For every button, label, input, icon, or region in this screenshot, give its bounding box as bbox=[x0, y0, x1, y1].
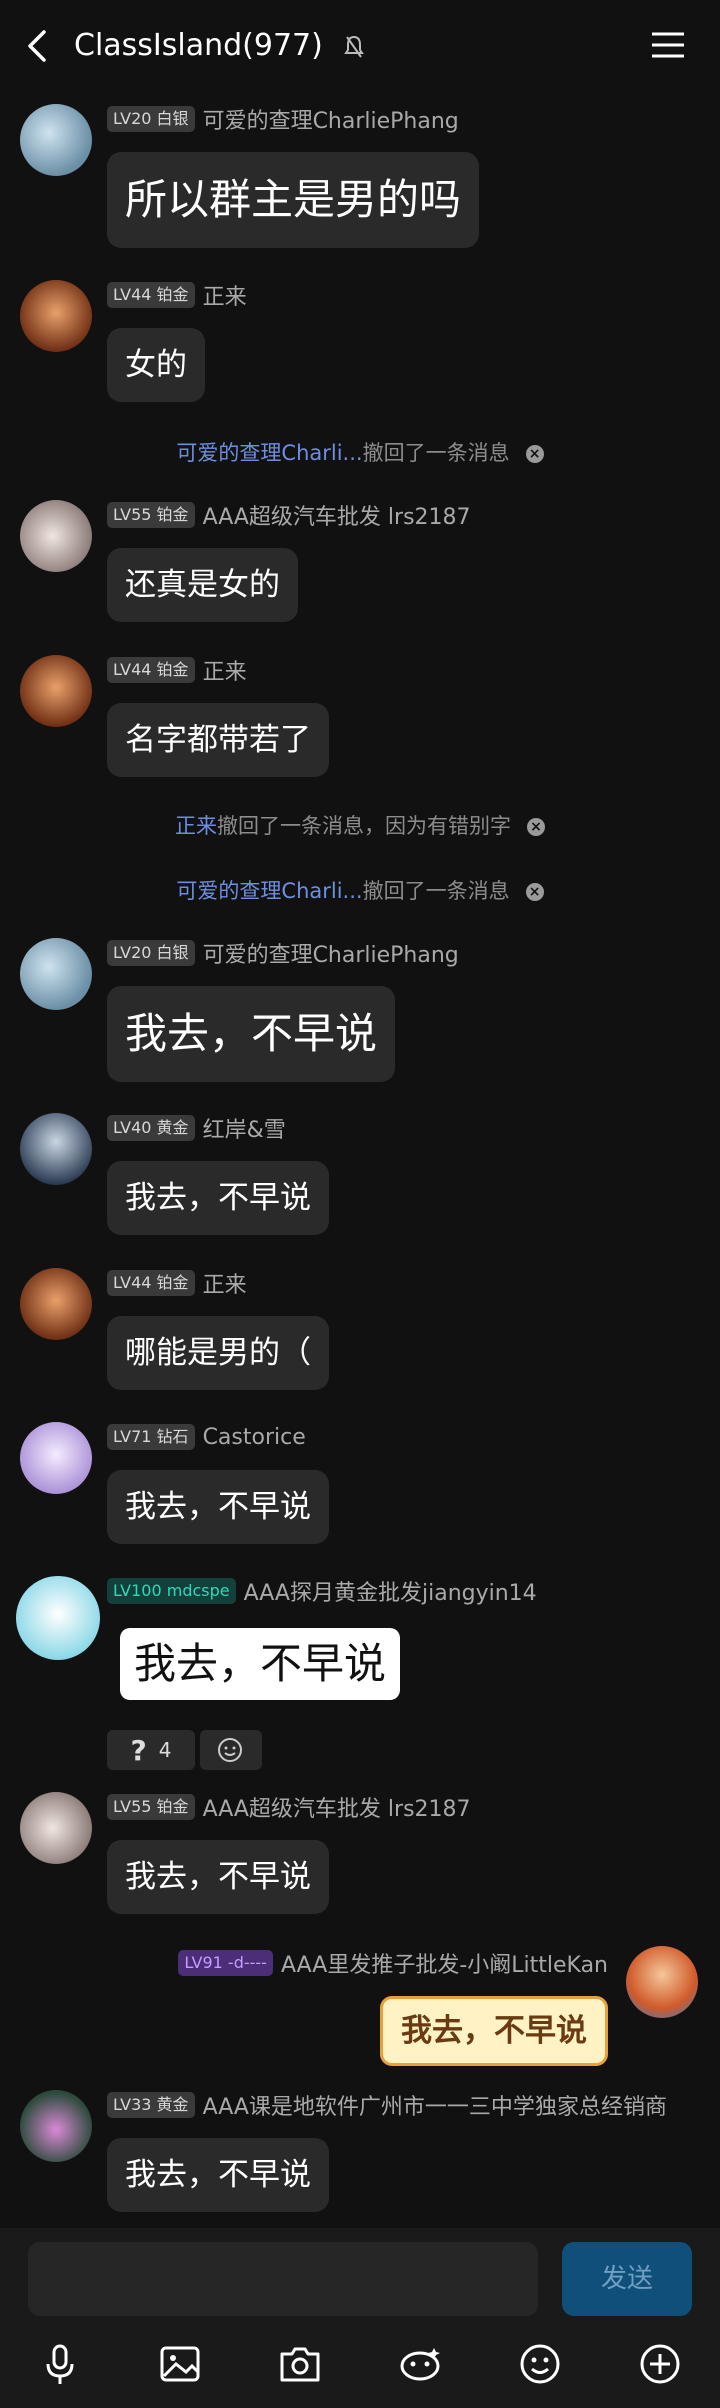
plus-icon[interactable] bbox=[636, 2340, 684, 2388]
sender-name[interactable]: 可爱的查理CharliePhang bbox=[203, 937, 459, 969]
message-input[interactable] bbox=[28, 2242, 538, 2316]
message-bubble[interactable]: 哪能是男的（ bbox=[107, 1316, 329, 1390]
chat-header: ClassIsland(977) bbox=[0, 0, 720, 92]
sender-meta: LV100 mdcspe AAA探月黄金批发jiangyin14 bbox=[107, 1576, 537, 1606]
sender-name[interactable]: AAA超级汽车批发 lrs2187 bbox=[203, 1791, 471, 1823]
message-bubble[interactable]: 我去，不早说 bbox=[107, 986, 396, 1082]
back-arrow-icon[interactable] bbox=[22, 24, 52, 68]
notice-user[interactable]: 可爱的查理Charli... bbox=[176, 879, 362, 903]
sender-meta: LV20 白银 可爱的查理CharliePhang bbox=[107, 938, 459, 968]
sender-name[interactable]: 可爱的查理CharliePhang bbox=[203, 103, 459, 135]
sender-meta: LV44 铂金 正来 bbox=[107, 1268, 247, 1298]
reaction-question[interactable]: ? 4 bbox=[107, 1730, 195, 1770]
avatar[interactable] bbox=[20, 1422, 92, 1494]
level-badge: LV33 黄金 bbox=[107, 2092, 195, 2118]
sender-meta: LV91 -d---- AAA里发推子批发-小阚LittleKan bbox=[178, 1948, 608, 1978]
notice-text: 撤回了一条消息 bbox=[362, 879, 510, 903]
avatar[interactable] bbox=[20, 938, 92, 1010]
emoji-icon[interactable] bbox=[516, 2340, 564, 2388]
mute-icon bbox=[344, 35, 365, 58]
message-bubble[interactable]: 名字都带若了 bbox=[107, 703, 329, 777]
recall-notice: 正来撤回了一条消息，因为有错别字 × bbox=[0, 810, 720, 842]
recall-notice: 可爱的查理Charli...撤回了一条消息 × bbox=[0, 875, 720, 907]
sender-name[interactable]: Castorice bbox=[203, 1425, 306, 1450]
avatar[interactable] bbox=[20, 280, 92, 352]
sender-meta: LV40 黄金 红岸&雪 bbox=[107, 1113, 286, 1143]
add-emoji-icon bbox=[218, 1738, 242, 1762]
avatar[interactable] bbox=[20, 104, 92, 176]
sender-name[interactable]: AAA课是地软件广州市一一三中学独家总经销商 bbox=[203, 2089, 667, 2121]
message-bubble[interactable]: 我去，不早说 bbox=[107, 1470, 329, 1544]
page-title[interactable]: ClassIsland(977) bbox=[74, 24, 365, 68]
message-bubble[interactable]: 还真是女的 bbox=[107, 548, 298, 622]
level-badge: LV100 mdcspe bbox=[107, 1578, 236, 1604]
sender-meta: LV44 铂金 正来 bbox=[107, 280, 247, 310]
sender-name[interactable]: 正来 bbox=[203, 1267, 247, 1299]
message-bubble[interactable]: 所以群主是男的吗 bbox=[107, 152, 480, 248]
composer-toolbar bbox=[0, 2328, 720, 2408]
sender-name[interactable]: 正来 bbox=[203, 279, 247, 311]
message-bubble[interactable]: 女的 bbox=[107, 328, 205, 402]
avatar[interactable] bbox=[20, 500, 92, 572]
sender-meta: LV20 白银 可爱的查理CharliePhang bbox=[107, 104, 459, 134]
sender-meta: LV33 黄金 AAA课是地软件广州市一一三中学独家总经销商 bbox=[107, 2090, 667, 2120]
close-icon[interactable]: × bbox=[525, 445, 544, 463]
sender-meta: LV71 钻石 Castorice bbox=[107, 1422, 306, 1452]
menu-icon[interactable] bbox=[650, 30, 686, 60]
chat-title: ClassIsland(977) bbox=[74, 28, 323, 63]
avatar[interactable] bbox=[20, 655, 92, 727]
composer: 发送 bbox=[0, 2228, 720, 2408]
notice-user[interactable]: 正来 bbox=[175, 814, 217, 838]
sender-name[interactable]: 正来 bbox=[203, 654, 247, 686]
message-bubble[interactable]: 我去，不早说 bbox=[107, 2138, 329, 2212]
avatar[interactable] bbox=[20, 2090, 92, 2162]
level-badge: LV44 铂金 bbox=[107, 657, 195, 683]
message-bubble[interactable]: 我去，不早说 bbox=[107, 1840, 329, 1914]
sender-meta: LV44 铂金 正来 bbox=[107, 655, 247, 685]
recall-notice: 可爱的查理Charli...撤回了一条消息 × bbox=[0, 437, 720, 469]
level-badge: LV55 铂金 bbox=[107, 502, 195, 528]
avatar[interactable] bbox=[626, 1946, 698, 2018]
send-button[interactable]: 发送 bbox=[562, 2242, 692, 2316]
avatar[interactable] bbox=[20, 1792, 92, 1864]
avatar[interactable] bbox=[16, 1576, 100, 1660]
message-bubble[interactable]: 我去，不早说 bbox=[120, 1628, 401, 1700]
message-bubble[interactable]: 我去，不早说 bbox=[380, 1996, 608, 2066]
level-badge: LV40 黄金 bbox=[107, 1115, 195, 1141]
notice-text: 撤回了一条消息 bbox=[362, 441, 510, 465]
close-icon[interactable]: × bbox=[525, 883, 544, 901]
sender-name[interactable]: AAA里发推子批发-小阚LittleKan bbox=[281, 1947, 608, 1979]
notice-user[interactable]: 可爱的查理Charli... bbox=[176, 441, 362, 465]
sender-meta: LV55 铂金 AAA超级汽车批发 lrs2187 bbox=[107, 1792, 471, 1822]
sender-meta: LV55 铂金 AAA超级汽车批发 lrs2187 bbox=[107, 500, 471, 530]
level-badge: LV44 铂金 bbox=[107, 282, 195, 308]
notice-text: 撤回了一条消息，因为有错别字 bbox=[217, 814, 511, 838]
avatar[interactable] bbox=[20, 1268, 92, 1340]
level-badge: LV91 -d---- bbox=[178, 1950, 273, 1976]
close-icon[interactable]: × bbox=[527, 818, 545, 836]
level-badge: LV20 白银 bbox=[107, 106, 195, 132]
sticker-icon[interactable] bbox=[396, 2340, 444, 2388]
level-badge: LV55 铂金 bbox=[107, 1794, 195, 1820]
camera-icon[interactable] bbox=[276, 2340, 324, 2388]
mic-icon[interactable] bbox=[36, 2340, 84, 2388]
level-badge: LV71 钻石 bbox=[107, 1424, 195, 1450]
message-bubble[interactable]: 我去，不早说 bbox=[107, 1161, 329, 1235]
image-icon[interactable] bbox=[156, 2340, 204, 2388]
add-reaction-button[interactable] bbox=[200, 1730, 262, 1770]
sender-name[interactable]: AAA超级汽车批发 lrs2187 bbox=[203, 499, 471, 531]
question-icon: ? bbox=[130, 1733, 147, 1767]
level-badge: LV44 铂金 bbox=[107, 1270, 195, 1296]
avatar[interactable] bbox=[20, 1113, 92, 1185]
sender-name[interactable]: 红岸&雪 bbox=[203, 1112, 286, 1144]
level-badge: LV20 白银 bbox=[107, 940, 195, 966]
reaction-count: 4 bbox=[158, 1738, 172, 1762]
sender-name[interactable]: AAA探月黄金批发jiangyin14 bbox=[244, 1575, 537, 1607]
